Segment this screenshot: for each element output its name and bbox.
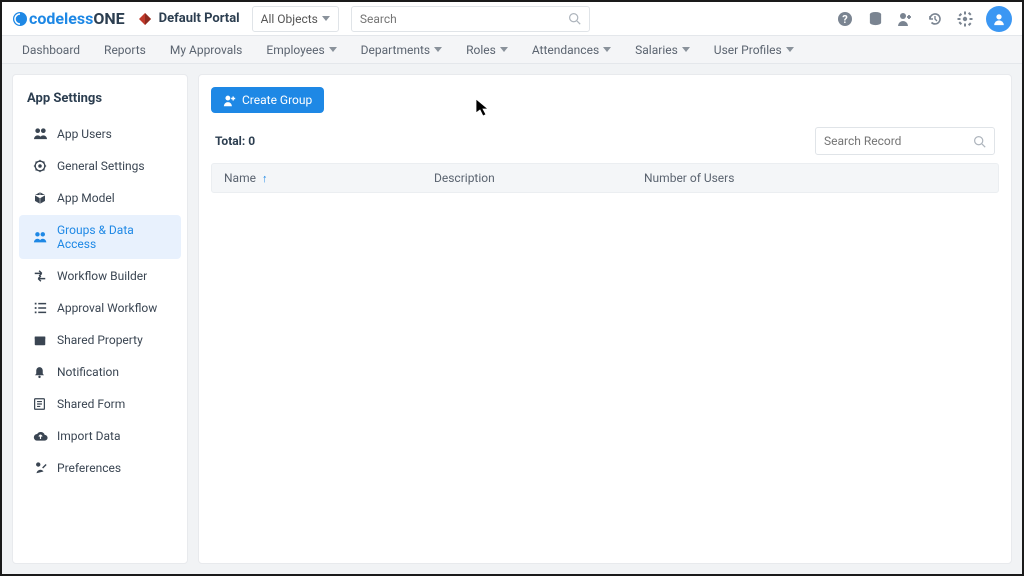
column-users[interactable]: Number of Users	[632, 171, 842, 185]
add-user-icon	[223, 94, 236, 107]
sidebar-title: App Settings	[13, 85, 187, 118]
chevron-down-icon	[682, 47, 690, 52]
content-panel: Create Group Total: 0 Name ↑ Description…	[198, 74, 1012, 564]
sidebar-item-label: Shared Property	[57, 333, 143, 347]
sidebar-item-shared-form[interactable]: Shared Form	[19, 389, 181, 419]
cube-icon	[33, 191, 49, 205]
object-filter-label: All Objects	[261, 12, 318, 26]
flow-icon	[33, 269, 49, 283]
add-user-icon[interactable]	[896, 10, 914, 28]
object-filter-dropdown[interactable]: All Objects	[252, 6, 339, 32]
nav-item-employees[interactable]: Employees	[266, 43, 336, 57]
sidebar-item-app-model[interactable]: App Model	[19, 183, 181, 213]
sidebar-item-label: Import Data	[57, 429, 121, 443]
sidebar-item-general-settings[interactable]: General Settings	[19, 151, 181, 181]
logo-icon	[12, 11, 28, 27]
sidebar-item-import-data[interactable]: Import Data	[19, 421, 181, 451]
search-icon	[973, 135, 986, 148]
column-description[interactable]: Description	[422, 171, 632, 185]
sidebar-item-label: General Settings	[57, 159, 145, 173]
chevron-down-icon	[500, 47, 508, 52]
brand-logo[interactable]: codelessONE	[12, 9, 125, 28]
chevron-down-icon	[329, 47, 337, 52]
main-area: App Settings App Users General Settings Ap…	[2, 64, 1022, 574]
global-search-input[interactable]	[360, 12, 569, 26]
sidebar-item-label: Workflow Builder	[57, 269, 147, 283]
chevron-down-icon	[322, 16, 330, 21]
sidebar-item-app-users[interactable]: App Users	[19, 118, 181, 149]
sidebar-item-label: App Model	[57, 191, 115, 205]
user-avatar[interactable]	[986, 6, 1012, 32]
brand-text-2: ONE	[93, 9, 124, 28]
sidebar-item-label: Preferences	[57, 461, 121, 475]
create-group-label: Create Group	[242, 93, 312, 107]
sidebar-item-label: Groups & Data Access	[57, 223, 167, 251]
sidebar-item-label: Notification	[57, 365, 119, 379]
nav-item-dashboard[interactable]: Dashboard	[22, 43, 80, 57]
portal-icon	[137, 11, 153, 27]
nav-item-departments[interactable]: Departments	[361, 43, 442, 57]
sidebar-item-label: Approval Workflow	[57, 301, 157, 315]
column-name[interactable]: Name ↑	[212, 171, 422, 185]
nav-item-reports[interactable]: Reports	[104, 43, 146, 57]
chevron-down-icon	[603, 47, 611, 52]
help-icon[interactable]: ?	[836, 10, 854, 28]
sidebar-item-label: App Users	[57, 127, 112, 141]
brand-text-1: codeless	[29, 9, 93, 28]
sidebar-item-notification[interactable]: Notification	[19, 357, 181, 387]
package-icon	[33, 333, 49, 347]
svg-text:?: ?	[842, 13, 848, 26]
gear-icon	[33, 159, 49, 173]
sidebar-item-label: Shared Form	[57, 397, 125, 411]
portal-name: Default Portal	[159, 11, 240, 26]
cloud-up-icon	[33, 430, 49, 443]
search-icon	[568, 12, 581, 25]
top-bar: codelessONE Default Portal All Objects ?	[2, 2, 1022, 36]
database-icon[interactable]	[866, 10, 884, 28]
sidebar-item-preferences[interactable]: Preferences	[19, 453, 181, 483]
pref-icon	[33, 461, 49, 475]
checklist-icon	[33, 301, 49, 315]
record-search[interactable]	[815, 127, 995, 155]
sidebar-item-workflow-builder[interactable]: Workflow Builder	[19, 261, 181, 291]
sort-asc-icon: ↑	[262, 172, 268, 185]
table-header: Name ↑ Description Number of Users	[211, 163, 999, 193]
chevron-down-icon	[786, 47, 794, 52]
settings-sidebar: App Settings App Users General Settings Ap…	[12, 74, 188, 564]
sidebar-item-groups-data-access[interactable]: Groups & Data Access	[19, 215, 181, 259]
history-icon[interactable]	[926, 10, 944, 28]
nav-item-salaries[interactable]: Salaries	[635, 43, 690, 57]
nav-item-attendances[interactable]: Attendances	[532, 43, 611, 57]
sidebar-item-shared-property[interactable]: Shared Property	[19, 325, 181, 355]
main-nav: Dashboard Reports My Approvals Employees Dep…	[2, 36, 1022, 64]
cursor-icon	[475, 98, 491, 118]
record-search-input[interactable]	[824, 134, 973, 148]
users-icon	[33, 126, 49, 141]
portal-selector[interactable]: Default Portal	[137, 11, 240, 27]
nav-item-roles[interactable]: Roles	[466, 43, 508, 57]
top-right-icons: ?	[836, 6, 1012, 32]
create-group-button[interactable]: Create Group	[211, 87, 324, 113]
gear-icon[interactable]	[956, 10, 974, 28]
global-search[interactable]	[351, 6, 591, 32]
sidebar-item-approval-workflow[interactable]: Approval Workflow	[19, 293, 181, 323]
nav-item-my-approvals[interactable]: My Approvals	[170, 43, 243, 57]
bell-icon	[33, 365, 49, 379]
form-icon	[33, 397, 49, 411]
chevron-down-icon	[434, 47, 442, 52]
nav-item-user-profiles[interactable]: User Profiles	[714, 43, 794, 57]
users-gear-icon	[33, 230, 49, 244]
total-count: Total: 0	[215, 134, 255, 148]
